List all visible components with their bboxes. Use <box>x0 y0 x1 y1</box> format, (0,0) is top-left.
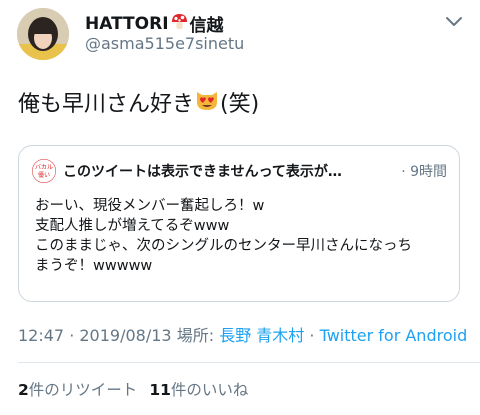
quoted-tweet-header: バカル 優い このツイートは表示できませんって表示が… · 9時間 <box>32 158 447 184</box>
like-count: 11 <box>149 381 171 399</box>
quoted-author-avatar: バカル 優い <box>32 159 56 183</box>
quoted-avatar-text-top: バカル <box>35 164 53 171</box>
client-link[interactable]: Twitter for Android <box>320 326 468 345</box>
author-display-name[interactable]: HATTORI 信越 <box>85 11 224 36</box>
retweets-link[interactable]: 2件のリツイート <box>18 381 137 399</box>
quoted-tweet-time: · 9時間 <box>401 164 447 180</box>
tweet-text-main: 俺も早川さん好き <box>18 92 195 117</box>
location-link[interactable]: 長野 青木村 <box>219 326 304 345</box>
avatar-photo <box>17 8 69 60</box>
retweet-label: 件のリツイート <box>28 381 138 399</box>
meta-separator: · <box>309 326 315 345</box>
divider <box>18 362 480 363</box>
author-handle[interactable]: @asma515e7sinetu <box>85 34 244 53</box>
tweet-meta: 12:47 · 2019/08/13 場所: 長野 青木村 · Twitter … <box>18 322 467 346</box>
author-avatar[interactable] <box>17 8 69 60</box>
location-label: 場所: <box>176 326 215 345</box>
heart-eyes-cat-icon <box>195 87 219 117</box>
chevron-down-icon[interactable] <box>444 14 464 28</box>
tweet-timestamp[interactable]: 12:47 · 2019/08/13 <box>18 326 172 345</box>
quoted-tweet-card[interactable]: バカル 優い このツイートは表示できませんって表示が… · 9時間 おーい、現役… <box>18 145 460 302</box>
tweet-text-suffix: (笑) <box>220 92 260 117</box>
tweet-text: 俺も早川さん好き (笑) <box>18 86 259 118</box>
quoted-author-name: このツイートは表示できませんって表示が… <box>63 164 342 180</box>
likes-link[interactable]: 11件のいいね <box>149 381 248 399</box>
like-label: 件のいいね <box>170 381 249 399</box>
mushroom-icon <box>171 13 188 35</box>
display-name-text: HATTORI <box>85 13 169 34</box>
quoted-body-line: おーい、現役メンバー奮起しろ！w <box>35 198 265 214</box>
retweet-count: 2 <box>18 381 29 399</box>
quoted-tweet-body: おーい、現役メンバー奮起しろ！w 支配人推しが増えてるぞwww このままじゃ、次… <box>35 196 447 276</box>
quoted-avatar-text-bottom: 優い <box>38 171 50 179</box>
quoted-body-line: このままじゃ、次のシングルのセンター早川さんになっち <box>35 238 412 254</box>
display-name-suffix: 信越 <box>189 16 224 36</box>
quoted-body-line: 支配人推しが増えてるぞwww <box>35 218 230 234</box>
quoted-body-line: まうぞ！wwwww <box>35 258 153 274</box>
tweet-stats: 2件のリツイート 11件のいいね <box>18 378 248 400</box>
